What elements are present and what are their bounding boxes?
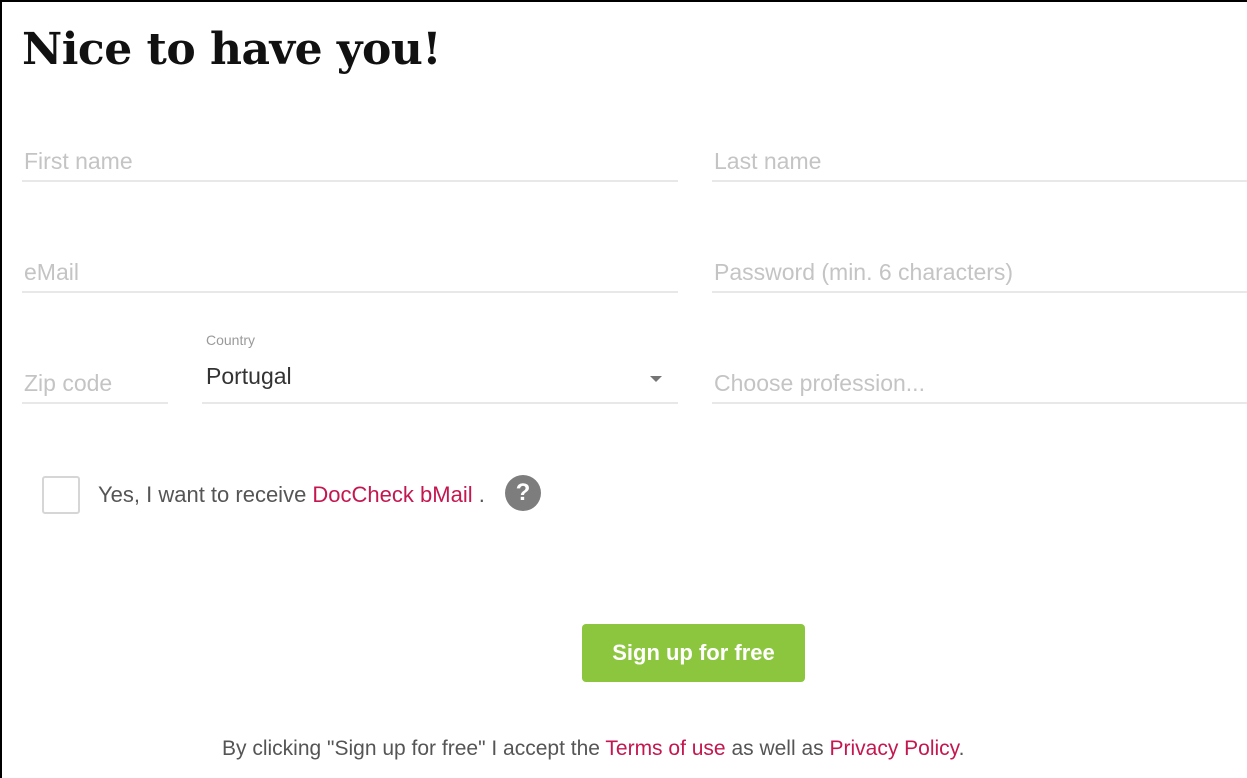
- country-value: Portugal: [206, 363, 292, 389]
- country-select[interactable]: Country Portugal: [202, 326, 678, 404]
- chevron-down-icon: [650, 376, 662, 382]
- privacy-policy-link[interactable]: Privacy Policy: [829, 737, 958, 760]
- profession-input[interactable]: [712, 364, 1247, 404]
- last-name-field-wrapper: [712, 122, 1247, 182]
- zip-code-input[interactable]: [22, 364, 168, 404]
- email-field-wrapper: [22, 233, 678, 293]
- newsletter-text-end: .: [472, 482, 485, 507]
- newsletter-checkbox[interactable]: [42, 476, 80, 514]
- last-name-input[interactable]: [712, 142, 1247, 182]
- legal-notice: By clicking "Sign up for free" I accept …: [222, 734, 964, 764]
- legal-text-middle: as well as: [725, 737, 830, 760]
- password-input[interactable]: [712, 253, 1247, 293]
- sign-up-button[interactable]: Sign up for free: [582, 624, 805, 682]
- country-underline: [202, 402, 678, 404]
- signup-form-panel: Nice to have you! Country Portugal Yes, …: [0, 0, 1247, 778]
- newsletter-consent: Yes, I want to receive DocCheck bMail . …: [98, 475, 541, 512]
- page-title: Nice to have you!: [22, 24, 442, 75]
- legal-text: By clicking "Sign up for free" I accept …: [222, 737, 606, 760]
- legal-text-end: .: [958, 737, 965, 760]
- newsletter-text: Yes, I want to receive: [98, 482, 313, 507]
- zip-field-wrapper: [22, 344, 168, 404]
- question-circle-icon[interactable]: ?: [504, 475, 541, 512]
- profession-field-wrapper: [712, 344, 1247, 404]
- first-name-input[interactable]: [22, 142, 678, 182]
- country-label: Country: [206, 332, 256, 348]
- terms-of-use-link[interactable]: Terms of use: [605, 737, 725, 760]
- doccheck-bmail-link[interactable]: DocCheck bMail: [312, 482, 472, 507]
- email-input[interactable]: [22, 253, 678, 293]
- first-name-field-wrapper: [22, 122, 678, 182]
- password-field-wrapper: [712, 233, 1247, 293]
